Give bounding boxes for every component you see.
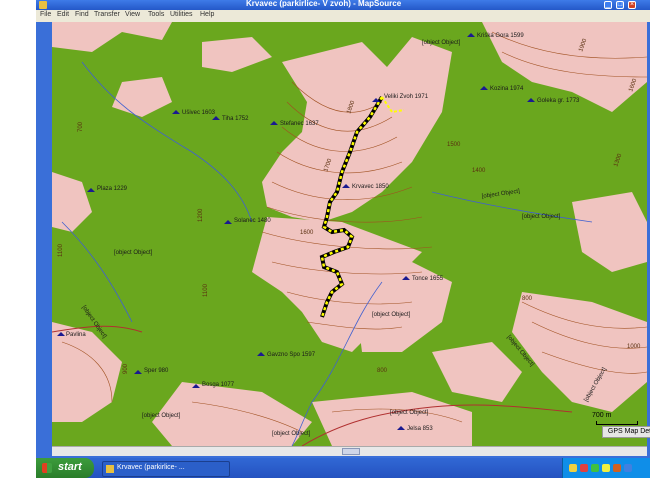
svg-text:800: 800 xyxy=(522,296,533,302)
scale-bar-label: 700 m xyxy=(592,412,612,419)
mapsource-window: Krvavec (parkirlice- V zvoh) - MapSource… xyxy=(36,0,650,458)
scale-bar xyxy=(596,421,638,425)
peak-label: Tiha 1752 xyxy=(222,116,249,122)
peak-label: Jelsa 853 xyxy=(407,426,433,432)
warning-icon[interactable] xyxy=(602,464,610,472)
menu-find[interactable]: Find xyxy=(75,11,89,18)
svg-text:1000: 1000 xyxy=(627,344,641,350)
place-label: [object Object] xyxy=(522,214,561,220)
topo-map[interactable]: Ušivec 1603 Tiha 1752 Stefanec 1637 Veli… xyxy=(52,22,647,446)
peak-label: Krvavec 1850 xyxy=(352,184,389,190)
place-label: [object Object] xyxy=(422,40,461,46)
start-label: start xyxy=(58,461,82,473)
peak-label: Plaza 1229 xyxy=(97,186,128,192)
tray-icon[interactable] xyxy=(613,464,621,472)
place-label: [object Object] xyxy=(390,410,429,416)
mapsource-app-icon xyxy=(106,465,114,473)
tray-icon[interactable] xyxy=(591,464,599,472)
peak-label: Tonce 1655 xyxy=(412,276,444,282)
svg-text:800: 800 xyxy=(377,368,388,374)
maximize-icon[interactable]: □ xyxy=(616,1,624,9)
place-label: [object Object] xyxy=(114,250,153,256)
peak-label: Stefanec 1637 xyxy=(280,121,319,127)
peak-label: Kozina 1974 xyxy=(490,86,524,92)
peak-label: Pavlina xyxy=(66,332,86,338)
menu-view[interactable]: View xyxy=(125,11,140,18)
svg-text:1500: 1500 xyxy=(447,142,461,148)
svg-text:900: 900 xyxy=(123,363,129,374)
window-title: Krvavec (parkirlice- V zvoh) - MapSource xyxy=(246,0,402,8)
menu-transfer[interactable]: Transfer xyxy=(94,11,120,18)
svg-text:1400: 1400 xyxy=(472,168,486,174)
peak-label: Bosga 1077 xyxy=(202,382,235,388)
menu-tools[interactable]: Tools xyxy=(148,11,164,18)
place-label: [object Object] xyxy=(272,431,311,437)
svg-text:1600: 1600 xyxy=(300,230,314,236)
peak-label: Kriška Gora 1599 xyxy=(477,33,524,39)
place-label: [object Object] xyxy=(372,312,411,318)
horizontal-scrollbar[interactable] xyxy=(52,446,647,456)
app-icon xyxy=(39,1,47,9)
taskbar-item-label: Krvavec (parkirlice- ... xyxy=(117,464,185,471)
taskbar-item-mapsource[interactable]: Krvavec (parkirlice- ... xyxy=(102,461,230,477)
menu-bar: File Edit Find Transfer View Tools Utili… xyxy=(36,10,650,22)
scrollbar-thumb[interactable] xyxy=(342,448,360,455)
system-tray xyxy=(562,458,650,478)
menu-edit[interactable]: Edit xyxy=(57,11,69,18)
tray-icon[interactable] xyxy=(569,464,577,472)
svg-text:1100: 1100 xyxy=(58,243,64,257)
gps-map-detail-button[interactable]: GPS Map Detail xyxy=(602,426,650,438)
place-label: [object Object] xyxy=(142,413,181,419)
title-bar[interactable]: Krvavec (parkirlice- V zvoh) - MapSource… xyxy=(36,0,650,10)
peak-label: Sper 980 xyxy=(144,368,169,374)
windows-logo-icon xyxy=(42,463,52,473)
peak-label: Solanec 1480 xyxy=(234,218,271,224)
svg-text:1200: 1200 xyxy=(198,208,204,222)
tray-icon[interactable] xyxy=(580,464,588,472)
menu-file[interactable]: File xyxy=(40,11,51,18)
peak-label: Veliki Zvoh 1971 xyxy=(384,94,429,100)
svg-text:1100: 1100 xyxy=(203,283,209,297)
peak-label: Gavzno Spo 1597 xyxy=(267,352,316,358)
close-icon[interactable]: × xyxy=(628,1,636,9)
minimize-icon[interactable]: _ xyxy=(604,1,612,9)
menu-help[interactable]: Help xyxy=(200,11,214,18)
taskbar: start Krvavec (parkirlice- ... xyxy=(36,458,650,478)
menu-utilities[interactable]: Utilities xyxy=(170,11,193,18)
map-view[interactable]: Ušivec 1603 Tiha 1752 Stefanec 1637 Veli… xyxy=(52,22,647,446)
tray-icon[interactable] xyxy=(624,464,632,472)
peak-label: Goleka gr. 1773 xyxy=(537,98,580,104)
svg-text:700: 700 xyxy=(78,121,84,132)
peak-label: Ušivec 1603 xyxy=(182,110,216,116)
start-button[interactable]: start xyxy=(36,458,94,478)
